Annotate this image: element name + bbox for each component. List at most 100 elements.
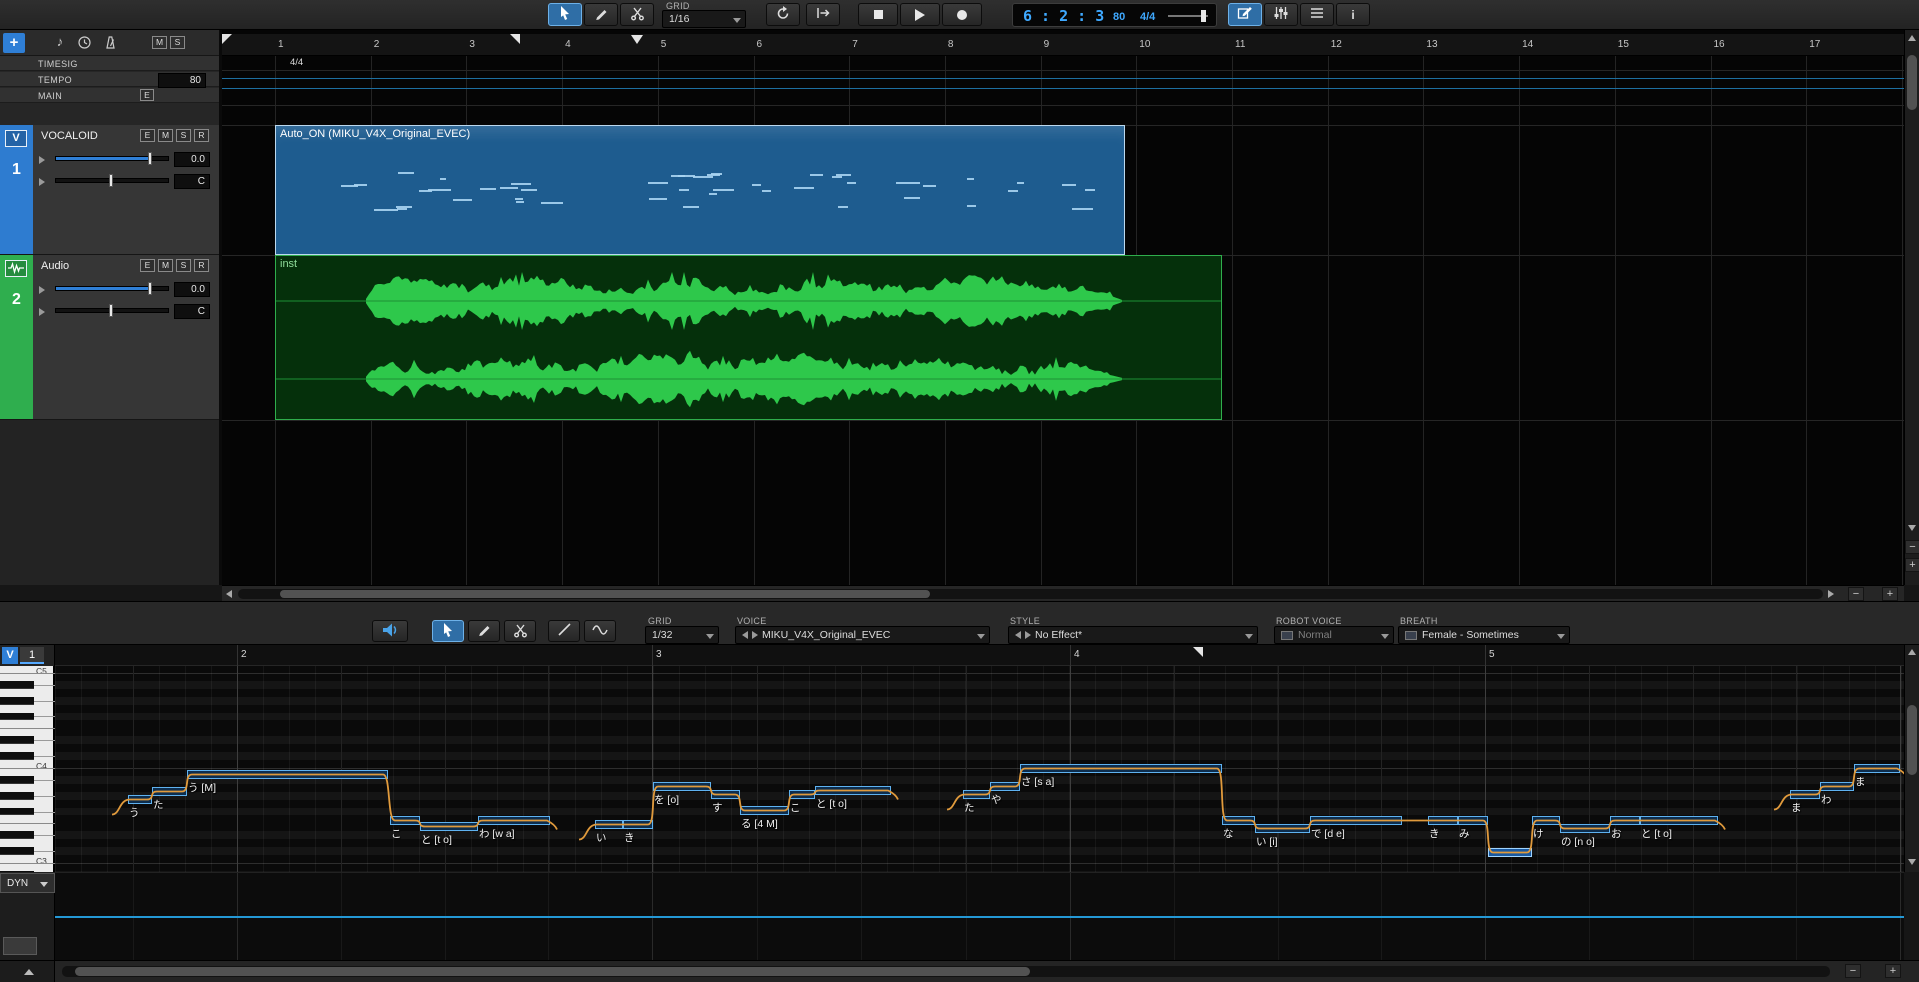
note[interactable] <box>1458 816 1488 825</box>
collapse-lane-button[interactable] <box>0 961 55 982</box>
track1-volume-slider[interactable] <box>55 156 169 161</box>
track2-mute-button[interactable]: M <box>158 259 173 272</box>
note[interactable] <box>152 787 187 796</box>
curve-tool-button[interactable] <box>584 620 616 642</box>
note[interactable] <box>815 786 891 795</box>
dyn-value-box[interactable] <box>3 937 37 955</box>
master-mute-button[interactable]: M <box>152 36 167 49</box>
track2-pan-slider[interactable] <box>55 308 169 313</box>
scroll-thumb[interactable] <box>1907 705 1917 775</box>
clock-icon[interactable] <box>76 34 93 54</box>
track1-pan-slider[interactable] <box>55 178 169 183</box>
next-icon[interactable] <box>752 631 758 639</box>
note[interactable] <box>1610 816 1640 825</box>
pencil-tool-button[interactable] <box>468 620 500 642</box>
track1-solo-button[interactable]: S <box>176 129 191 142</box>
black-key[interactable] <box>0 752 34 760</box>
black-key[interactable] <box>0 736 34 744</box>
note[interactable] <box>1532 816 1560 825</box>
note[interactable] <box>990 782 1020 791</box>
note[interactable] <box>595 820 623 829</box>
edit-mode-button[interactable] <box>1228 3 1262 26</box>
add-track-button[interactable]: + <box>3 33 25 53</box>
info-button[interactable]: i <box>1336 3 1370 26</box>
note[interactable] <box>1640 816 1718 825</box>
preview-play-button[interactable] <box>372 620 408 642</box>
note[interactable] <box>420 822 478 831</box>
note[interactable] <box>1820 782 1854 791</box>
scroll-left-icon[interactable] <box>226 590 232 598</box>
note[interactable] <box>1428 816 1458 825</box>
expander-icon[interactable] <box>39 308 45 316</box>
expander-icon[interactable] <box>39 286 45 294</box>
scroll-thumb[interactable] <box>280 590 930 598</box>
pan-handle[interactable] <box>109 304 113 317</box>
arrangement-area[interactable]: Auto_ON (MIKU_V4X_Original_EVEC) inst 12… <box>222 30 1904 585</box>
timesig-row[interactable]: TIMESIG <box>0 56 219 71</box>
black-key[interactable] <box>0 713 34 721</box>
play-button[interactable] <box>900 3 940 26</box>
loop-end-marker[interactable] <box>510 34 520 44</box>
scroll-down-icon[interactable] <box>1908 859 1916 865</box>
note[interactable] <box>1310 816 1402 825</box>
note[interactable] <box>128 795 152 804</box>
list-button[interactable] <box>1300 3 1334 26</box>
track1-edit-button[interactable]: E <box>140 129 155 142</box>
black-key[interactable] <box>0 792 34 800</box>
note-icon[interactable]: ♪ <box>50 34 70 52</box>
metronome-icon[interactable] <box>102 34 119 54</box>
arrow-tool-button[interactable] <box>548 3 582 26</box>
zoom-in-button[interactable]: + <box>1882 587 1898 601</box>
scroll-right-icon[interactable] <box>1828 590 1834 598</box>
volume-handle[interactable] <box>148 152 152 165</box>
black-key[interactable] <box>0 776 34 784</box>
black-key[interactable] <box>0 697 34 705</box>
robot-voice-select[interactable]: Normal <box>1274 626 1394 644</box>
scissors-tool-button[interactable] <box>504 620 536 642</box>
black-key[interactable] <box>0 831 34 839</box>
note[interactable] <box>963 790 990 799</box>
master-solo-button[interactable]: S <box>170 36 185 49</box>
style-select[interactable]: No Effect* <box>1008 626 1258 644</box>
piano-roll-body[interactable]: うたう [M]こと [t o]わ [w a]いきを [o]する [4 M]こと … <box>0 666 1904 872</box>
arrangement-vscrollbar[interactable]: − + <box>1904 30 1919 585</box>
next-icon[interactable] <box>1025 631 1031 639</box>
main-edit-button[interactable]: E <box>140 89 154 101</box>
main-row[interactable]: MAIN E <box>0 88 219 103</box>
note[interactable] <box>1020 764 1222 773</box>
editor-grid-select[interactable]: 1/32 <box>645 626 719 644</box>
note[interactable] <box>623 820 653 829</box>
breath-select[interactable]: Female - Sometimes <box>1398 626 1570 644</box>
vocaloid-region[interactable]: Auto_ON (MIKU_V4X_Original_EVEC) <box>275 125 1125 255</box>
prev-icon[interactable] <box>1015 631 1021 639</box>
voice-select[interactable]: MIKU_V4X_Original_EVEC <box>735 626 990 644</box>
arrow-tool-button[interactable] <box>432 620 464 642</box>
zoom-out-button[interactable]: − <box>1905 540 1919 554</box>
note[interactable] <box>1854 764 1900 773</box>
note[interactable] <box>1255 824 1310 833</box>
tempo-row[interactable]: TEMPO 80 <box>0 72 219 87</box>
zoom-in-button[interactable]: + <box>1905 558 1919 572</box>
playhead-marker[interactable] <box>631 35 643 44</box>
note[interactable] <box>1222 816 1255 825</box>
prev-icon[interactable] <box>742 631 748 639</box>
note[interactable] <box>711 790 740 799</box>
track1-volume-value[interactable]: 0.0 <box>174 152 210 167</box>
track-tab-1[interactable]: 1 <box>20 647 44 664</box>
loop-button[interactable] <box>766 3 800 26</box>
note[interactable] <box>740 806 789 815</box>
scroll-up-icon[interactable] <box>1908 649 1916 655</box>
track2-volume-value[interactable]: 0.0 <box>174 282 210 297</box>
black-key[interactable] <box>0 847 34 855</box>
scroll-track[interactable] <box>62 966 1830 977</box>
note[interactable] <box>1790 790 1820 799</box>
scroll-track[interactable] <box>238 589 1823 599</box>
track1-mute-button[interactable]: M <box>158 129 173 142</box>
black-key[interactable] <box>0 808 34 816</box>
track-row-audio[interactable]: 2 Audio E M S R 0.0 C <box>0 255 219 420</box>
scroll-up-icon[interactable] <box>1908 35 1916 41</box>
note[interactable] <box>478 816 550 825</box>
piano-roll-vscrollbar[interactable] <box>1904 645 1919 872</box>
timeline-ruler[interactable]: 123456789101112131415161718 <box>222 34 1904 56</box>
track2-pan-value[interactable]: C <box>174 304 210 319</box>
